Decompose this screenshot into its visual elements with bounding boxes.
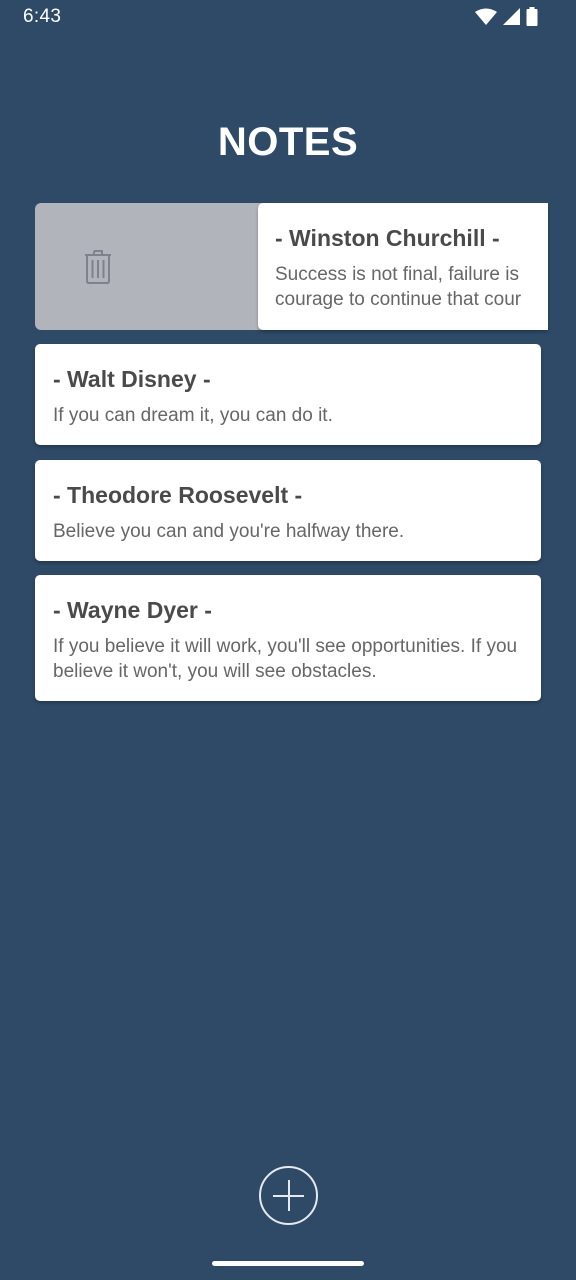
note-card-winston-churchill[interactable]: - Winston Churchill - Success is not fin… <box>258 203 548 330</box>
note-card-wayne-dyer[interactable]: - Wayne Dyer - If you believe it will wo… <box>35 575 541 701</box>
note-body-line: Success is not final, failure is <box>275 264 519 285</box>
status-bar: 6:43 <box>0 0 576 34</box>
home-indicator[interactable] <box>212 1261 364 1266</box>
note-title: - Wayne Dyer - <box>53 597 212 623</box>
note-body: If you believe it will work, you'll see … <box>53 636 518 682</box>
add-note-button[interactable] <box>259 1166 318 1225</box>
note-title: - Walt Disney - <box>53 366 211 392</box>
signal-icon <box>503 8 520 25</box>
note-title: - Winston Churchill - <box>275 225 500 251</box>
note-body: Believe you can and you're halfway there… <box>53 521 405 542</box>
status-icons <box>475 7 538 26</box>
page-title: NOTES <box>217 120 359 164</box>
note-card-walt-disney[interactable]: - Walt Disney - If you can dream it, you… <box>35 344 541 445</box>
trash-icon[interactable] <box>83 248 113 284</box>
note-body: If you can dream it, you can do it. <box>53 405 333 426</box>
note-body: Success is not final, failure is courage… <box>275 262 548 312</box>
swiped-note-row[interactable]: - Winston Churchill - Success is not fin… <box>35 203 548 330</box>
status-time: 6:43 <box>23 6 62 27</box>
battery-icon <box>526 7 538 26</box>
note-body-line: courage to continue that cour <box>275 289 522 310</box>
note-card-theodore-roosevelt[interactable]: - Theodore Roosevelt - Believe you can a… <box>35 460 541 561</box>
note-title: - Theodore Roosevelt - <box>53 482 303 508</box>
wifi-icon <box>475 8 497 25</box>
